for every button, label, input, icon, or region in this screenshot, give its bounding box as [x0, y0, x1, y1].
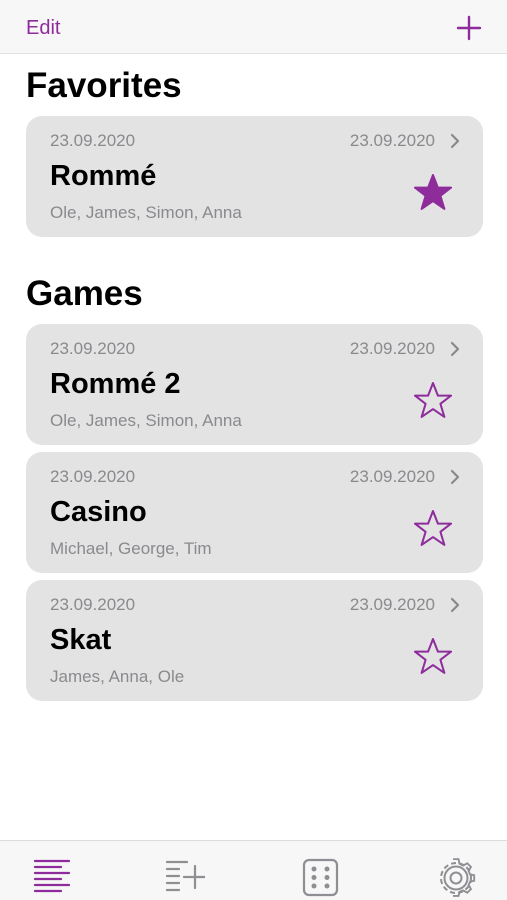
edit-button[interactable]: Edit — [26, 16, 60, 40]
games-section-title: Games — [26, 274, 143, 313]
card-title: Casino — [50, 496, 147, 528]
gear-icon[interactable] — [436, 858, 476, 898]
star-outline-icon[interactable] — [411, 380, 455, 424]
list-icon[interactable] — [33, 858, 73, 898]
dice-icon[interactable] — [301, 858, 341, 898]
card-date-left: 23.09.2020 — [50, 339, 136, 358]
card-date-right: 23.09.2020 — [349, 339, 435, 358]
favorites-section-title: Favorites — [26, 66, 182, 105]
card-date-right: 23.09.2020 — [349, 595, 435, 614]
card-date-right: 23.09.2020 — [349, 131, 435, 150]
game-card[interactable]: 23.09.2020 23.09.2020 Rommé 2 Ole, James… — [26, 324, 483, 445]
card-title: Skat — [50, 624, 112, 656]
game-card[interactable]: 23.09.2020 23.09.2020 Casino Michael, Ge… — [26, 452, 483, 573]
chevron-right-icon — [450, 469, 460, 485]
star-filled-icon[interactable] — [411, 172, 455, 216]
card-date-left: 23.09.2020 — [50, 467, 136, 486]
chevron-right-icon — [450, 341, 460, 357]
card-date-left: 23.09.2020 — [50, 595, 136, 614]
card-players: James, Anna, Ole — [50, 667, 185, 686]
add-list-icon[interactable] — [165, 858, 205, 898]
card-date-left: 23.09.2020 — [50, 131, 136, 150]
tab-bar — [0, 840, 507, 900]
star-outline-icon[interactable] — [411, 508, 455, 552]
game-card-favorite[interactable]: 23.09.2020 23.09.2020 Rommé Ole, James, … — [26, 116, 483, 237]
card-title: Rommé — [50, 160, 157, 192]
card-date-right: 23.09.2020 — [349, 467, 435, 486]
star-outline-icon[interactable] — [411, 636, 455, 680]
plus-icon[interactable] — [455, 14, 483, 42]
card-players: Ole, James, Simon, Anna — [50, 203, 242, 222]
card-title: Rommé 2 — [50, 368, 181, 400]
navigation-bar: Edit — [0, 0, 507, 54]
chevron-right-icon — [450, 133, 460, 149]
card-players: Michael, George, Tim — [50, 539, 212, 558]
game-card[interactable]: 23.09.2020 23.09.2020 Skat James, Anna, … — [26, 580, 483, 701]
chevron-right-icon — [450, 597, 460, 613]
card-players: Ole, James, Simon, Anna — [50, 411, 242, 430]
